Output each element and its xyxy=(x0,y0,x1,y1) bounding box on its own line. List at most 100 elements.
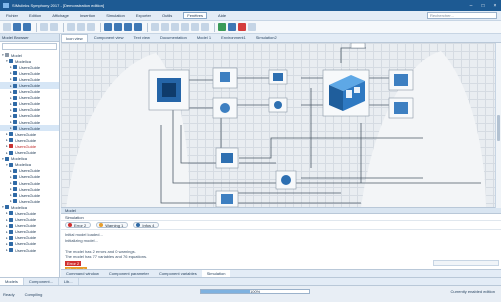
motor-block[interactable] xyxy=(215,147,239,169)
search-input[interactable]: Rechercher... xyxy=(427,12,497,19)
pump-block[interactable] xyxy=(268,97,288,113)
copy-icon[interactable] xyxy=(77,23,85,31)
tree-item-label: UsersGuide xyxy=(15,131,37,137)
tree-item-label: UsersGuide xyxy=(15,235,37,241)
model-browser-search[interactable] xyxy=(2,43,57,50)
redo-icon[interactable] xyxy=(50,23,58,31)
error-tag[interactable]: Error 2 xyxy=(65,260,82,266)
diagram-canvas[interactable] xyxy=(61,43,495,208)
text-icon[interactable] xyxy=(191,23,199,31)
toolbar-divider xyxy=(100,22,101,32)
settings-icon[interactable] xyxy=(248,23,256,31)
package-icon xyxy=(5,156,9,161)
tree-item-label: UsersGuide xyxy=(15,247,37,253)
doc-icon xyxy=(13,95,17,100)
scrollbar-thumb[interactable] xyxy=(497,115,500,141)
ellipse-icon[interactable] xyxy=(181,23,189,31)
menu-item-tools[interactable]: Outils xyxy=(162,13,172,18)
zoom-out-icon[interactable] xyxy=(114,23,122,31)
tree-item-label: UsersGuide xyxy=(19,180,41,186)
background-arc xyxy=(361,51,486,207)
tree-item[interactable]: ▸ UsersGuide xyxy=(0,247,59,253)
doc-icon xyxy=(9,150,13,155)
doc-icon xyxy=(13,113,17,118)
canvas-vertical-scrollbar[interactable] xyxy=(495,43,501,208)
tree-item-label: UsersGuide xyxy=(19,76,41,82)
filter-warnings-button[interactable]: Warning 1 xyxy=(96,222,129,228)
tab-documentation[interactable]: Documentation xyxy=(156,34,191,42)
info-dot-icon xyxy=(136,223,141,227)
tab-environment1[interactable]: Environment1 xyxy=(217,34,250,42)
valve-block[interactable] xyxy=(268,69,288,85)
diagram-svg xyxy=(66,43,486,207)
output-block-1[interactable] xyxy=(388,69,414,91)
menu-item-export[interactable]: Exporter xyxy=(136,13,151,18)
undo-icon[interactable] xyxy=(40,23,48,31)
doc-icon xyxy=(13,120,17,125)
run-icon[interactable] xyxy=(218,23,226,31)
cut-icon[interactable] xyxy=(67,23,75,31)
tab-component-view[interactable]: Component view xyxy=(90,34,128,42)
tab-text-view[interactable]: Text view xyxy=(129,34,153,42)
toolbar-divider xyxy=(36,22,37,32)
menu-item-view[interactable]: Affichage xyxy=(52,13,69,18)
processor-block[interactable] xyxy=(148,69,190,111)
doc-icon xyxy=(13,181,17,186)
toolbar-divider xyxy=(214,22,215,32)
doc-icon xyxy=(13,126,17,131)
zoom-fit-icon[interactable] xyxy=(124,23,132,31)
doc-icon xyxy=(13,174,17,179)
menu-item-edit[interactable]: Edition xyxy=(29,13,41,18)
tab-simulation2[interactable]: Simulation2 xyxy=(252,34,281,42)
console-tabs: Command window Component parameter Compo… xyxy=(61,269,501,278)
new-icon[interactable] xyxy=(3,23,11,31)
menu-item-windows[interactable]: Fenêtres xyxy=(183,12,208,19)
open-icon[interactable] xyxy=(13,23,21,31)
main-unit-block[interactable] xyxy=(322,69,370,117)
line-icon[interactable] xyxy=(161,23,169,31)
filter-infos-label: Infos 4 xyxy=(142,222,155,228)
menu-item-help[interactable]: Aide xyxy=(218,13,226,18)
menu-item-file[interactable]: Fichier xyxy=(6,13,18,18)
tree-item-label: UsersGuide xyxy=(15,210,37,216)
tree-item-label: UsersGuide xyxy=(15,223,37,229)
error-dot-icon xyxy=(68,223,72,227)
tree-item-label: UsersGuide xyxy=(19,101,41,107)
paste-icon[interactable] xyxy=(87,23,95,31)
fan-block[interactable] xyxy=(212,97,238,119)
filter-errors-button[interactable]: Error 2 xyxy=(65,222,92,228)
tab-icon-view[interactable]: Icon view xyxy=(61,34,88,42)
save-icon[interactable] xyxy=(23,23,31,31)
tab-model-1[interactable]: Model 1 xyxy=(193,34,215,42)
filter-warnings-label: Warning 1 xyxy=(105,222,124,228)
zoom-in-icon[interactable] xyxy=(104,23,112,31)
zoom-level[interactable]: 100% xyxy=(250,289,260,294)
maximize-button[interactable]: □ xyxy=(477,0,489,11)
menu-item-simulation[interactable]: Simulation xyxy=(106,13,125,18)
info-icon[interactable] xyxy=(134,23,142,31)
select-icon[interactable] xyxy=(151,23,159,31)
package-icon xyxy=(5,205,9,210)
document-tabs: Icon view Component view Text view Docum… xyxy=(61,34,501,43)
tree-item-label: Modelica xyxy=(11,204,28,210)
tree-item-label: Modelica xyxy=(15,162,32,168)
gear-block[interactable] xyxy=(212,67,238,89)
storage-block[interactable] xyxy=(215,190,239,207)
tree-item-label: UsersGuide xyxy=(15,137,37,143)
stop-icon[interactable] xyxy=(238,23,246,31)
console-horizontal-scrollbar[interactable] xyxy=(433,260,499,266)
minimize-button[interactable]: – xyxy=(465,0,477,11)
pause-icon[interactable] xyxy=(228,23,236,31)
rect-icon[interactable] xyxy=(171,23,179,31)
output-block-2[interactable] xyxy=(388,97,414,119)
tree-item-label: UsersGuide xyxy=(19,83,41,89)
filter-infos-button[interactable]: Infos 4 xyxy=(133,222,160,228)
doc-icon xyxy=(9,138,13,143)
grid-icon[interactable] xyxy=(201,23,209,31)
close-button[interactable]: × xyxy=(489,0,501,11)
doc-icon xyxy=(13,168,17,173)
console-panel: Model Simulation Error 2 Warning 1 Infos… xyxy=(61,208,501,278)
top-connector[interactable] xyxy=(350,43,366,49)
sensor-block[interactable] xyxy=(275,170,297,190)
menu-item-insert[interactable]: Insertion xyxy=(80,13,95,18)
